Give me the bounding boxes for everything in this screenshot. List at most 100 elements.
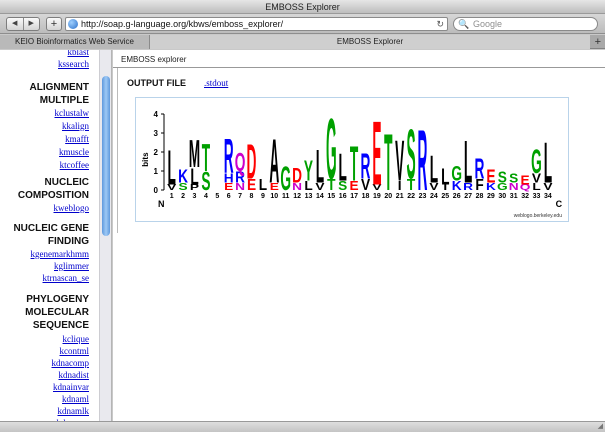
position-label: 30 — [498, 193, 506, 200]
sidebar-link-kssearch[interactable]: kssearch — [58, 59, 89, 70]
logo-letter: D — [247, 134, 257, 190]
y-axis-label: bits — [141, 152, 150, 167]
position-label: 13 — [305, 193, 313, 200]
status-bar: ◢ — [0, 421, 605, 432]
add-tab-icon[interactable]: + — [595, 35, 601, 49]
position-label: 25 — [441, 193, 449, 200]
y-tick-label: 2 — [154, 148, 159, 157]
weblogo-credit: weblogo.berkeley.edu — [514, 213, 562, 219]
logo-letter: K — [178, 167, 188, 187]
sidebar-link[interactable]: kdnadist — [59, 370, 90, 381]
sidebar-link[interactable]: kdnaml — [62, 394, 89, 405]
logo-letter: T — [350, 136, 358, 192]
logo-letter: A — [269, 126, 279, 196]
back-arrow-icon[interactable]: ◀ — [7, 18, 23, 30]
sidebar-link[interactable]: kclique — [63, 334, 90, 345]
position-label: 17 — [350, 193, 358, 200]
new-tab-button[interactable]: + — [46, 17, 62, 31]
tab-bar: KEIO Bioinformatics Web Service EMBOSS E… — [0, 35, 605, 49]
forward-arrow-icon[interactable]: ▶ — [22, 18, 40, 30]
resize-grip-icon[interactable]: ◢ — [598, 423, 603, 431]
c-terminus-label: C — [556, 199, 563, 209]
url-text[interactable]: http://soap.g-language.org/kbws/emboss_e… — [81, 18, 283, 30]
y-tick-label: 3 — [154, 129, 159, 138]
search-field[interactable]: 🔍 Google — [453, 17, 598, 31]
logo-letter: L — [441, 165, 450, 191]
logo-letter: E — [486, 167, 495, 187]
y-tick-label: 4 — [154, 110, 159, 119]
logo-letter: G — [280, 161, 291, 198]
sidebar-link[interactable]: kdnainvar — [53, 382, 89, 393]
sidebar-link[interactable]: kdnacomp — [52, 358, 90, 369]
logo-letter: L — [259, 177, 267, 194]
logo-letter: G — [451, 162, 462, 186]
logo-letter: V — [395, 128, 404, 193]
position-label: 5 — [215, 193, 219, 200]
sidebar-scrollbar[interactable] — [99, 50, 111, 421]
position-label: 12 — [293, 193, 301, 200]
logo-letter: M — [189, 134, 200, 177]
nav-buttons: ◀ ▶ — [6, 17, 40, 31]
scrollbar-thumb[interactable] — [102, 76, 110, 236]
sidebar-link[interactable]: kkalign — [62, 121, 89, 132]
position-label: 26 — [453, 193, 461, 200]
position-label: 3 — [193, 193, 197, 200]
logo-letter: E — [372, 102, 381, 204]
tab-keio[interactable]: KEIO Bioinformatics Web Service — [0, 35, 150, 49]
position-label: 31 — [510, 193, 518, 200]
logo-letter: L — [339, 147, 347, 190]
address-bar[interactable]: http://soap.g-language.org/kbws/emboss_e… — [65, 17, 448, 31]
section-title: NUCLEIC — [44, 177, 89, 188]
position-label: 21 — [396, 193, 404, 200]
sequence-logo: 01234bitsN1VL2SK3PLM4ST5 6EHR7NRQ8ED9L10E… — [141, 102, 563, 219]
position-label: 7 — [238, 193, 242, 200]
sidebar-link[interactable]: kclustalw — [55, 108, 90, 119]
search-icon: 🔍 — [458, 19, 470, 29]
logo-letter: R — [361, 146, 371, 187]
logo-letter: Q — [235, 148, 246, 177]
position-label: 33 — [533, 193, 541, 200]
logo-letter: R — [224, 128, 234, 184]
app-title: EMBOSS explorer — [121, 55, 187, 64]
sidebar-link[interactable]: ktrnascan_se — [43, 273, 89, 284]
section-title: NUCLEIC GENE — [13, 223, 89, 234]
y-tick-label: 1 — [154, 167, 159, 176]
logo-letter: L — [430, 149, 438, 192]
sidebar-link[interactable]: kcontml — [60, 346, 90, 357]
output-file-link[interactable]: .stdout — [204, 78, 228, 89]
section-title: ALIGNMENT — [29, 82, 89, 93]
position-label: 2 — [181, 193, 185, 200]
y-tick-label: 0 — [154, 186, 159, 195]
tab-emboss-explorer[interactable]: EMBOSS Explorer — [150, 35, 590, 49]
section-title: COMPOSITION — [17, 190, 89, 201]
section-title: MOLECULAR — [25, 307, 89, 318]
reload-icon[interactable]: ↻ — [436, 18, 444, 30]
sequence-logo-frame: 0 1 2 3 4 bits N 1 V L 2 S K 3 P L M 4 S T 5 6 E H R 7 N R Q 8 E D 9 L 10 E… — [135, 97, 569, 222]
logo-letter: T — [202, 138, 210, 181]
search-placeholder[interactable]: Google — [473, 18, 502, 30]
position-label: 14 — [316, 193, 324, 200]
sidebar-link[interactable]: kglimmer — [54, 261, 89, 272]
sidebar-link[interactable]: kgenemarkhmm — [31, 249, 89, 260]
browser-toolbar: ◀ ▶ + http://soap.g-language.org/kbws/em… — [0, 14, 605, 34]
position-label: 6 — [227, 193, 231, 200]
logo-letter: L — [544, 130, 552, 195]
sidebar-link[interactable]: kweblogo — [54, 203, 90, 214]
logo-letter: Y — [304, 155, 313, 187]
position-label: 24 — [430, 193, 438, 200]
logo-letter: R — [475, 153, 485, 185]
section-title: MULTIPLE — [39, 95, 89, 106]
logo-letter: G — [531, 144, 542, 181]
sidebar-link[interactable]: kmafft — [65, 134, 89, 145]
sidebar-link[interactable]: kdnamlk — [58, 406, 90, 417]
sidebar-link[interactable]: kmuscle — [59, 147, 89, 158]
position-label: 32 — [521, 193, 529, 200]
sidebar: kblast kssearch ALIGNMENT MULTIPLE kclus… — [0, 50, 112, 421]
sidebar-link[interactable]: ktcoffee — [60, 160, 89, 171]
content-border — [117, 68, 118, 233]
section-title: FINDING — [47, 236, 89, 247]
logo-letter: L — [168, 139, 176, 195]
logo-letter: E — [521, 173, 530, 188]
logo-letter: L — [316, 142, 324, 194]
sidebar-link-kblast[interactable]: kblast — [68, 50, 90, 58]
